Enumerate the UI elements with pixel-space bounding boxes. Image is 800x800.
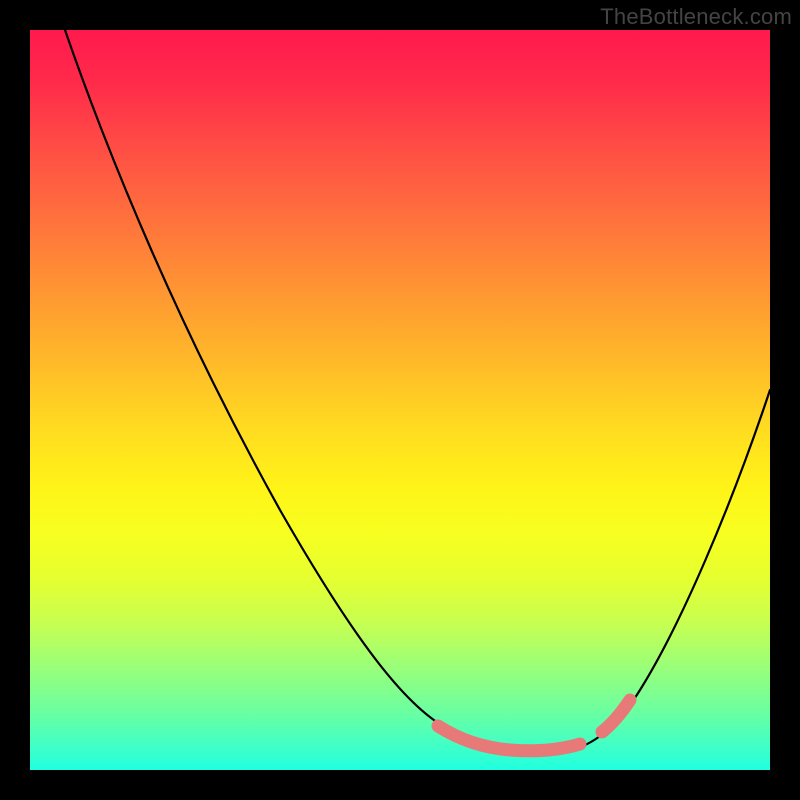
curve-right-branch [578,390,770,748]
bottleneck-curve [30,30,770,770]
plot-area [30,30,770,770]
chart-frame: TheBottleneck.com [0,0,800,800]
curve-left-branch [65,30,520,750]
highlight-right-slope [602,700,630,732]
watermark-text: TheBottleneck.com [600,4,792,30]
highlight-plateau [438,726,580,751]
